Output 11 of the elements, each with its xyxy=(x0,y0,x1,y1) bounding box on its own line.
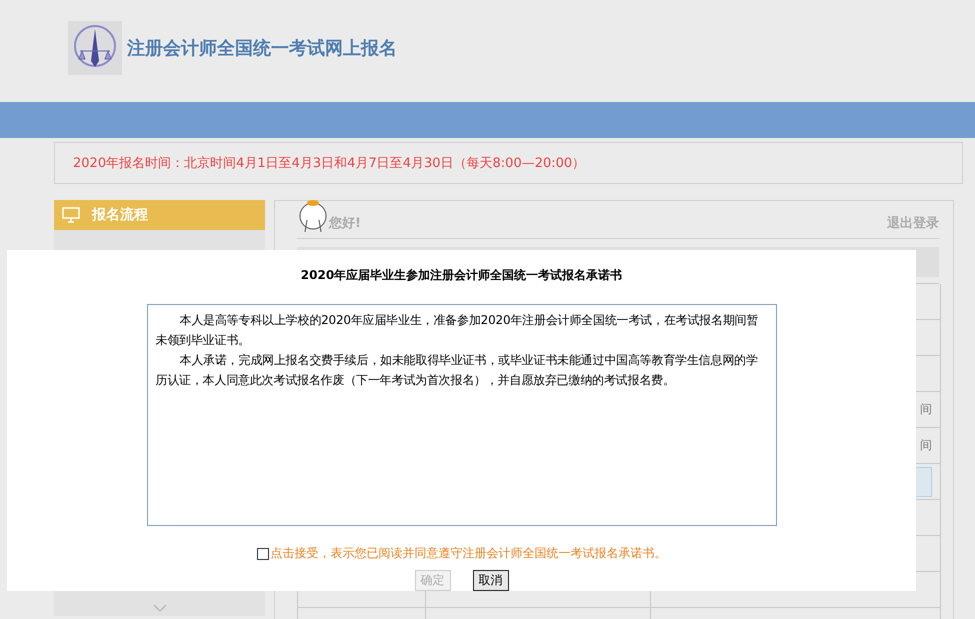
sidebar-title: 报名流程 xyxy=(92,206,148,224)
site-title: 注册会计师全国统一考试网上报名 xyxy=(127,37,397,60)
logout-link[interactable]: 退出登录 xyxy=(887,214,939,232)
terms-paragraph: 本人承诺，完成网上报名交费手续后，如未能取得毕业证书，或毕业证书未能通过中国高等教育学生信息网的学历认证，本人同意此次考试报名作废（下一年考试为首次报名），并自愿放弃已缴纳的考试报名费。 xyxy=(156,352,759,389)
greeting-text: 您好! xyxy=(329,215,361,232)
cancel-button[interactable]: 取消 xyxy=(472,570,508,591)
agree-label[interactable]: 点击接受，表示您已阅读并同意遵守注册会计师全国统一考试报名承诺书。 xyxy=(270,545,666,562)
dialog-title: 2020年应届毕业生参加注册会计师全国统一考试报名承诺书 xyxy=(300,267,622,284)
terms-textbox[interactable]: 本人是高等专科以上学校的2020年应届毕业生，准备参加2020年注册会计师全国统一考试，在考试报名期间暂未领到毕业证书。 本人承诺，完成网上报名交费手续后，如未能取得毕业证书，或毕业证书未能通过中国高等教育学生信息网的学历认证，本人同意此次考试报名作废（下一年考试为首次报名），并自愿放弃已缴纳的考试报名费。 xyxy=(146,304,776,526)
terms-paragraph: 本人是高等专科以上学校的2020年应届毕业生，准备参加2020年注册会计师全国统一考试，在考试报名期间暂未领到毕业证书。 xyxy=(156,312,760,349)
registration-notice: 2020年报名时间：北京时间4月1日至4月3日和4月7日至4月30日（每天8:00—20:00） xyxy=(54,142,963,184)
